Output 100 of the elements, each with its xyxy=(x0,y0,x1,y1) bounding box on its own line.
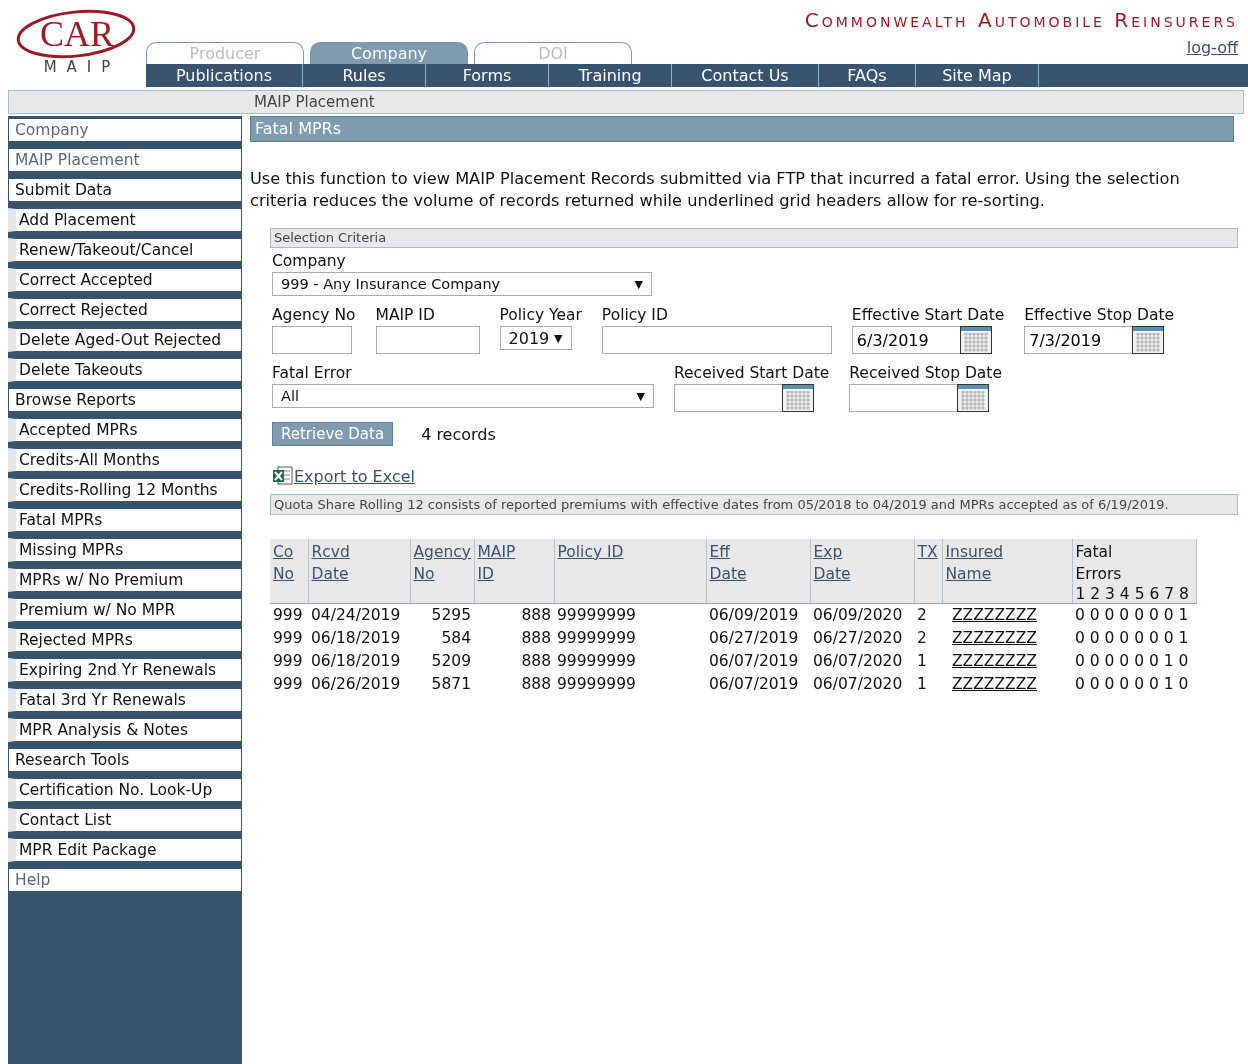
caret-icon: ▼ xyxy=(634,277,643,291)
table-cell: 5295 xyxy=(410,603,474,627)
export-to-excel-link[interactable]: Export to Excel xyxy=(294,466,415,486)
table-cell: 888 xyxy=(474,603,554,627)
table-cell-text: 06/18/2019 xyxy=(310,651,402,672)
sortable-column-header[interactable]: Exp Date xyxy=(810,539,914,604)
sidebar-item[interactable]: Correct Accepted xyxy=(8,268,242,292)
sortable-column-header[interactable]: Rcvd Date xyxy=(308,539,410,604)
table-cell: 04/24/2019 xyxy=(308,603,410,627)
spreadsheet-icon xyxy=(272,466,294,486)
sidebar-item[interactable]: Accepted MPRs xyxy=(8,418,242,442)
sidebar-section[interactable]: Submit Data xyxy=(8,178,242,202)
sortable-column-header[interactable]: TX xyxy=(914,539,942,604)
table-cell-text: 06/27/2019 xyxy=(708,628,800,649)
table-cell-text: 06/07/2020 xyxy=(812,674,904,695)
sidebar-item[interactable]: Fatal MPRs xyxy=(8,508,242,532)
section-header: Selection Criteria xyxy=(270,228,1238,248)
nav-link[interactable]: FAQs xyxy=(819,64,916,87)
sidebar-item[interactable]: MPRs w/ No Premium xyxy=(8,568,242,592)
table-cell-text: 999 xyxy=(272,674,304,695)
logo-text: CAR xyxy=(40,13,114,56)
table-cell-text: 06/27/2020 xyxy=(812,628,904,649)
sortable-column-header[interactable]: Insured Name xyxy=(942,539,1072,604)
logoff-link[interactable]: log-off xyxy=(1186,38,1238,57)
sidebar-item[interactable]: Credits-All Months xyxy=(8,448,242,472)
nav-link[interactable]: Rules xyxy=(303,64,426,87)
sortable-column-header[interactable]: Policy ID xyxy=(554,539,706,604)
nav-link[interactable]: Site Map xyxy=(916,64,1039,87)
sidebar-item[interactable]: Rejected MPRs xyxy=(8,628,242,652)
sidebar-item[interactable]: Fatal 3rd Yr Renewals xyxy=(8,688,242,712)
sidebar-item[interactable]: Expiring 2nd Yr Renewals xyxy=(8,658,242,682)
nav-link[interactable]: Publications xyxy=(146,64,303,87)
table-cell-text: 99999999 xyxy=(556,628,637,649)
organization-title: Commonwealth Automobile Reinsurers xyxy=(804,8,1238,32)
table-cell-text: 999 xyxy=(272,651,304,672)
sidebar-item[interactable]: Missing MPRs xyxy=(8,538,242,562)
sidebar-section[interactable]: Research Tools xyxy=(8,748,242,772)
field-label: Policy Year xyxy=(499,306,582,324)
info-note: Quota Share Rolling 12 consists of reported premiums with effective dates from 05/2018 to 04/2019 and MPRs accepted as of 6/19/2019. xyxy=(270,494,1238,515)
sidebar-item[interactable]: Add Placement xyxy=(8,208,242,232)
logo-subtitle: MAIP xyxy=(42,58,121,76)
input-field[interactable] xyxy=(375,326,480,354)
table-cell: 06/09/2019 xyxy=(706,603,810,627)
record-count: 4 records xyxy=(421,424,496,444)
table-cell-text: 99999999 xyxy=(556,651,637,672)
year-dropdown[interactable]: 2019 ▼ xyxy=(499,326,572,350)
field-label: Received Start Date xyxy=(674,364,830,382)
nav-link[interactable]: Contact Us xyxy=(672,64,819,87)
sidebar-section[interactable]: Browse Reports xyxy=(8,388,242,412)
table-cell-text: 5209 xyxy=(430,651,472,672)
sortable-column-header[interactable]: MAIP ID xyxy=(474,539,554,604)
sortable-column-header[interactable]: Co No xyxy=(270,539,308,604)
column-header: Fatal Errors 1 2 3 4 5 6 7 8 xyxy=(1072,539,1196,604)
fatal-error-dropdown[interactable]: All ▼ xyxy=(272,384,654,408)
table-cell: 0 0 0 0 0 0 0 1 xyxy=(1072,603,1196,627)
field-label: MAIP ID xyxy=(375,306,436,324)
sidebar-item[interactable]: Delete Takeouts xyxy=(8,358,242,382)
sidebar-item[interactable]: Credits-Rolling 12 Months xyxy=(8,478,242,502)
sidebar-section[interactable]: MAIP Placement xyxy=(8,148,242,172)
caret-icon: ▼ xyxy=(554,331,563,345)
table-cell-text: 5871 xyxy=(430,674,472,695)
table-cell: 99999999 xyxy=(554,603,706,627)
table-cell-text: 999 xyxy=(272,628,304,649)
name-link[interactable]: ZZZZZZZZ xyxy=(942,627,1072,650)
field-label: Agency No xyxy=(272,306,356,324)
sidebar-item[interactable]: Premium w/ No MPR xyxy=(8,598,242,622)
company-dropdown[interactable]: 999 - Any Insurance Company ▼ xyxy=(272,272,652,296)
nav-link[interactable]: Training xyxy=(549,64,672,87)
input-field[interactable] xyxy=(601,326,832,354)
table-cell: 06/09/2020 xyxy=(810,603,914,627)
sidebar-section[interactable]: Help xyxy=(8,868,242,892)
panel-title: Fatal MPRs xyxy=(250,116,1234,142)
field-label: Effective Stop Date xyxy=(1024,306,1174,324)
table-cell-text: 06/07/2019 xyxy=(708,651,800,672)
sidebar-item[interactable]: MPR Analysis & Notes xyxy=(8,718,242,742)
caret-icon: ▼ xyxy=(636,389,645,403)
field-label: Policy ID xyxy=(601,306,669,324)
sidebar-section[interactable]: Company xyxy=(8,118,242,142)
name-link[interactable]: ZZZZZZZZ xyxy=(942,603,1072,627)
table-cell-text: 99999999 xyxy=(556,674,637,695)
field-label: Company xyxy=(272,252,347,270)
table-cell-text: 584 xyxy=(440,628,472,649)
field-label: Effective Start Date xyxy=(851,306,1005,324)
input-field[interactable] xyxy=(272,326,352,354)
table-cell-text: 1 xyxy=(916,674,928,695)
table-cell-text: 06/07/2020 xyxy=(812,651,904,672)
name-link[interactable]: ZZZZZZZZ xyxy=(942,650,1072,673)
sidebar-item[interactable]: Delete Aged-Out Rejected xyxy=(8,328,242,352)
sortable-column-header[interactable]: Agency No xyxy=(410,539,474,604)
sortable-column-header[interactable]: Eff Date xyxy=(706,539,810,604)
sidebar-item[interactable]: Contact List xyxy=(8,808,242,832)
name-link[interactable]: ZZZZZZZZ xyxy=(942,673,1072,696)
sidebar-item[interactable]: MPR Edit Package xyxy=(8,838,242,862)
table-cell-text: 0 0 0 0 0 0 1 0 xyxy=(1074,674,1190,695)
nav-link[interactable]: Forms xyxy=(426,64,549,87)
sidebar-item[interactable]: Correct Rejected xyxy=(8,298,242,322)
field-label: Fatal Error xyxy=(272,364,353,382)
sidebar-item[interactable]: Certification No. Look-Up xyxy=(8,778,242,802)
sidebar-item[interactable]: Renew/Takeout/Cancel xyxy=(8,238,242,262)
table-cell-text: 1 xyxy=(916,651,928,672)
